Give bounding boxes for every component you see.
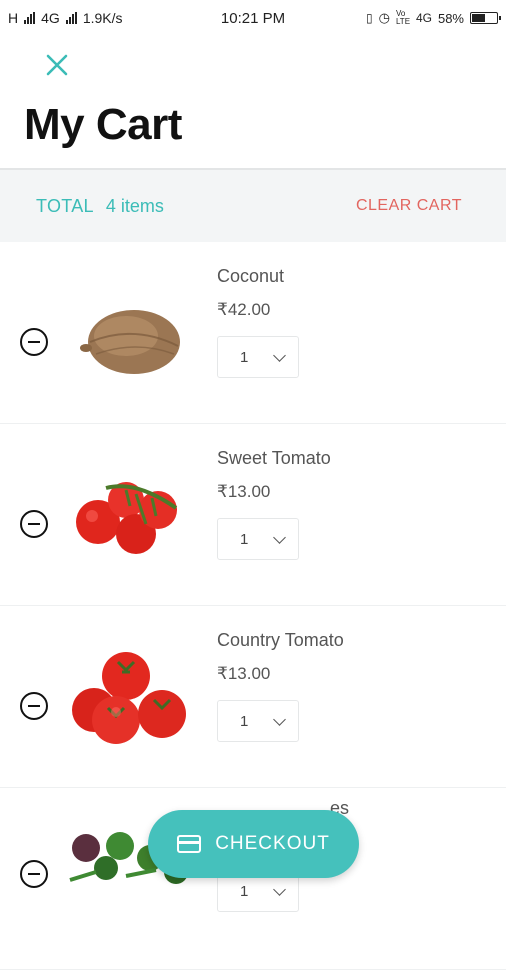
credit-card-icon [177, 835, 202, 853]
page-title: My Cart [24, 100, 182, 149]
chevron-down-icon [273, 348, 286, 362]
quantity-select[interactable]: 1 [217, 700, 299, 742]
quantity-value: 1 [240, 348, 249, 366]
network-speed: 1.9K/s [82, 10, 123, 26]
volte-label: Vo LTE [395, 9, 411, 26]
tomato-bunch-image [72, 652, 186, 744]
items-count: 4 items [105, 195, 164, 216]
clear-cart-button[interactable]: CLEAR CART [356, 197, 462, 215]
cart-item: Coconut ₹42.00 1 [0, 242, 506, 424]
network-4g-right: 4G [415, 11, 432, 25]
remove-item-button[interactable] [20, 860, 48, 888]
checkout-button[interactable]: CHECKOUT [148, 810, 359, 878]
quantity-value: 1 [240, 882, 249, 900]
chevron-down-icon [273, 712, 286, 726]
battery-fill [472, 14, 485, 22]
item-name: Coconut [217, 266, 285, 286]
coconut-image [80, 310, 180, 374]
remove-item-button[interactable] [20, 510, 48, 538]
item-price: ₹42.00 [217, 300, 271, 319]
total-summary: TOTAL 4 items [36, 196, 164, 217]
quantity-select[interactable]: 1 [217, 518, 299, 560]
close-button[interactable] [42, 50, 72, 80]
checkout-label: CHECKOUT [215, 833, 330, 854]
status-right: ▯ ◷ Vo LTE 4G 58% [366, 9, 501, 26]
chevron-down-icon [273, 882, 286, 896]
status-left: H 4G 1.9K/s [8, 10, 123, 26]
item-name: Country Tomato [217, 630, 344, 650]
quantity-value: 1 [240, 530, 249, 548]
signal-icon-2 [65, 12, 77, 24]
network-4g-label: 4G [41, 10, 60, 26]
quantity-select[interactable]: 1 [217, 336, 299, 378]
item-price: ₹13.00 [217, 482, 271, 501]
tomato-vine-image [76, 482, 178, 554]
cart-item: Country Tomato ₹13.00 1 [0, 606, 506, 788]
close-icon [46, 54, 68, 76]
signal-icon [24, 12, 36, 24]
remove-item-button[interactable] [20, 328, 48, 356]
status-bar: H 4G 1.9K/s 10:21 PM ▯ ◷ Vo LTE 4G 58% [0, 0, 506, 36]
battery-percent: 58% [437, 10, 464, 26]
item-price: ₹13.00 [217, 664, 271, 683]
vibrate-icon: ▯ [366, 11, 373, 25]
cart-item: Sweet Tomato ₹13.00 1 [0, 424, 506, 606]
chevron-down-icon [273, 530, 286, 544]
battery-icon [470, 12, 501, 24]
alarm-icon: ◷ [378, 10, 390, 25]
network-type-label: H [8, 10, 19, 26]
quantity-value: 1 [240, 712, 249, 730]
total-label: TOTAL [36, 195, 94, 216]
cart-summary-bar: TOTAL 4 items CLEAR CART [0, 168, 506, 242]
remove-item-button[interactable] [20, 692, 48, 720]
item-name: Sweet Tomato [217, 448, 331, 468]
